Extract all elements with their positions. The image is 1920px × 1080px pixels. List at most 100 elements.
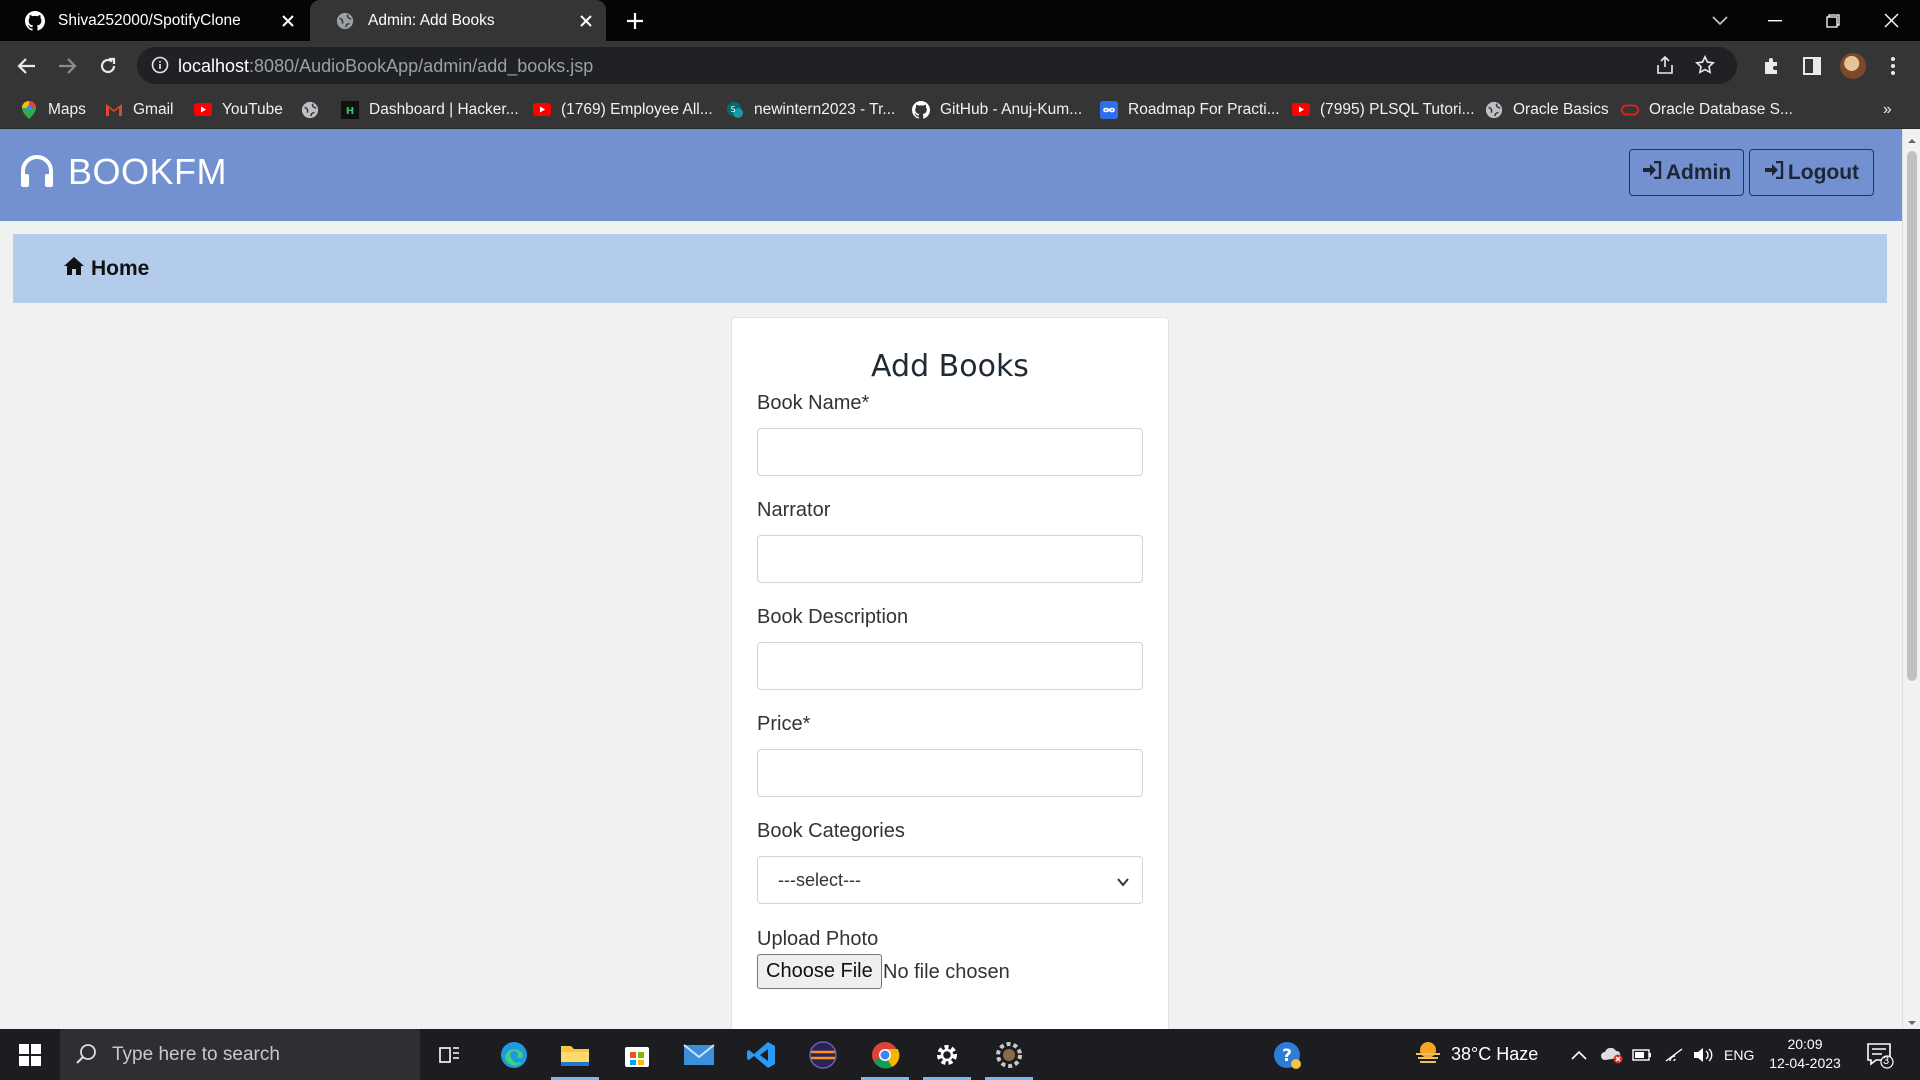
help-icon[interactable]: ? bbox=[1257, 1029, 1317, 1080]
bookmark-employee[interactable]: (1769) Employee All... bbox=[533, 90, 713, 129]
back-icon[interactable] bbox=[13, 52, 41, 80]
sign-in-icon bbox=[1642, 160, 1662, 185]
microsoft-store-icon[interactable] bbox=[607, 1029, 667, 1080]
scroll-up-icon[interactable] bbox=[1907, 133, 1917, 143]
tab-add-books[interactable]: Admin: Add Books bbox=[310, 0, 606, 41]
price-label: Price* bbox=[757, 713, 811, 735]
search-icon bbox=[76, 1043, 100, 1067]
reload-icon[interactable] bbox=[94, 52, 122, 80]
gmail-icon bbox=[105, 101, 123, 119]
volume-icon[interactable] bbox=[1692, 1029, 1714, 1080]
bookmark-oracle-basics[interactable]: Oracle Basics bbox=[1485, 90, 1609, 129]
restore-icon[interactable] bbox=[1808, 0, 1858, 41]
infinity-icon bbox=[1100, 100, 1118, 119]
kebab-menu-icon[interactable] bbox=[1878, 51, 1908, 81]
book-categories-select[interactable]: ---select--- bbox=[757, 856, 1143, 904]
globe-icon bbox=[334, 10, 356, 32]
info-icon[interactable] bbox=[151, 56, 171, 76]
bookmark-oracle-database[interactable]: Oracle Database S... bbox=[1621, 90, 1793, 129]
close-icon[interactable] bbox=[276, 9, 300, 33]
notification-center-icon[interactable]: 3 bbox=[1866, 1041, 1894, 1069]
book-name-label: Book Name* bbox=[757, 392, 870, 414]
bookmark-maps[interactable]: Maps bbox=[20, 90, 86, 129]
add-books-card: Add Books Book Name* Narrator Book Descr… bbox=[731, 317, 1169, 1029]
book-categories-label: Book Categories bbox=[757, 820, 905, 842]
admin-button[interactable]: Admin bbox=[1629, 149, 1744, 196]
weather-haze-icon bbox=[1413, 1040, 1443, 1069]
tab-title: Shiva252000/SpotifyClone bbox=[58, 11, 241, 29]
address-bar[interactable]: localhost:8080/AudioBookApp/admin/add_bo… bbox=[137, 47, 1737, 84]
bookmarks-overflow[interactable]: » bbox=[1883, 90, 1892, 129]
oracle-icon bbox=[1621, 101, 1639, 119]
tab-strip: Shiva252000/SpotifyClone Admin: Add Book… bbox=[0, 0, 1920, 41]
svg-text:S: S bbox=[730, 105, 735, 114]
eclipse-icon[interactable] bbox=[793, 1029, 853, 1080]
windows-start-icon[interactable] bbox=[0, 1029, 60, 1080]
profile-avatar[interactable] bbox=[1838, 51, 1868, 81]
bookmark-star-icon[interactable] bbox=[1694, 54, 1717, 77]
wifi-icon[interactable] bbox=[1664, 1029, 1684, 1080]
sign-in-icon bbox=[1764, 160, 1784, 185]
logout-button[interactable]: Logout bbox=[1749, 149, 1874, 196]
forward-icon[interactable] bbox=[53, 52, 81, 80]
narrator-input[interactable] bbox=[757, 535, 1143, 583]
url-text: localhost:8080/AudioBookApp/admin/add_bo… bbox=[178, 56, 594, 76]
brand-name: BOOKFM bbox=[68, 151, 228, 192]
language-indicator[interactable]: ENG bbox=[1724, 1029, 1754, 1080]
bookmark-newintern[interactable]: S newintern2023 - Tr... bbox=[726, 90, 895, 129]
svg-text:?: ? bbox=[1282, 1046, 1292, 1066]
side-panel-icon[interactable] bbox=[1797, 51, 1827, 81]
battery-icon[interactable] bbox=[1632, 1029, 1652, 1080]
github-icon bbox=[24, 10, 46, 32]
home-link[interactable]: Home bbox=[63, 256, 149, 282]
book-name-input[interactable] bbox=[757, 428, 1143, 476]
globe-icon bbox=[301, 101, 319, 119]
upload-photo-label: Upload Photo bbox=[757, 928, 879, 950]
book-description-input[interactable] bbox=[757, 642, 1143, 690]
extensions-puzzle-icon[interactable] bbox=[1757, 51, 1787, 81]
close-window-icon[interactable] bbox=[1866, 0, 1916, 41]
taskbar-search[interactable]: Type here to search bbox=[60, 1029, 420, 1080]
bookmark-github[interactable]: GitHub - Anuj-Kum... bbox=[912, 90, 1082, 129]
close-icon[interactable] bbox=[574, 9, 598, 33]
bookmark-gmail[interactable]: Gmail bbox=[105, 90, 173, 129]
bookmarks-bar: Maps Gmail YouTube H Dashboard | Hacker.… bbox=[0, 90, 1920, 129]
book-description-label: Book Description bbox=[757, 606, 909, 628]
settings-gear-icon[interactable] bbox=[917, 1029, 977, 1080]
weather-widget[interactable]: 38°C Haze bbox=[1413, 1029, 1538, 1080]
no-file-chosen-text: No file chosen bbox=[883, 961, 1010, 983]
onedrive-error-icon[interactable] bbox=[1600, 1029, 1624, 1080]
youtube-icon bbox=[533, 101, 551, 119]
minimize-icon[interactable] bbox=[1750, 0, 1800, 41]
bookmark-youtube[interactable]: YouTube bbox=[194, 90, 283, 129]
tab-search-icon[interactable] bbox=[1695, 0, 1745, 41]
headphones-icon bbox=[18, 152, 58, 192]
tab-spotifyclone[interactable]: Shiva252000/SpotifyClone bbox=[0, 0, 308, 41]
chevron-down-icon bbox=[1116, 873, 1130, 887]
bookmark-globe[interactable] bbox=[301, 90, 329, 129]
app-gear-icon[interactable] bbox=[979, 1029, 1039, 1080]
file-explorer-icon[interactable] bbox=[545, 1029, 605, 1080]
chrome-icon[interactable] bbox=[855, 1029, 915, 1080]
scroll-down-icon[interactable] bbox=[1907, 1015, 1917, 1025]
brand-logo[interactable]: BOOKFM bbox=[18, 151, 227, 193]
bookmark-roadmap[interactable]: Roadmap For Practi... bbox=[1100, 90, 1280, 129]
choose-file-button[interactable]: Choose File bbox=[757, 954, 882, 989]
clock[interactable]: 20:09 12-04-2023 bbox=[1765, 1035, 1845, 1073]
share-icon[interactable] bbox=[1655, 55, 1677, 77]
home-bar: Home bbox=[13, 234, 1887, 303]
price-input[interactable] bbox=[757, 749, 1143, 797]
page-scrollbar[interactable] bbox=[1902, 129, 1920, 1029]
site-navbar: BOOKFM Admin Logout bbox=[0, 129, 1902, 221]
new-tab-button[interactable] bbox=[622, 8, 648, 34]
scrollbar-thumb[interactable] bbox=[1907, 151, 1917, 681]
edge-icon[interactable] bbox=[484, 1029, 544, 1080]
github-icon bbox=[912, 100, 930, 119]
bookmark-plsql[interactable]: (7995) PLSQL Tutori... bbox=[1292, 90, 1475, 129]
show-hidden-icons[interactable] bbox=[1571, 1029, 1587, 1080]
narrator-label: Narrator bbox=[757, 499, 831, 521]
task-view-icon[interactable] bbox=[420, 1029, 480, 1080]
mail-icon[interactable] bbox=[669, 1029, 729, 1080]
bookmark-hackerrank[interactable]: H Dashboard | Hacker... bbox=[341, 90, 519, 129]
vscode-icon[interactable] bbox=[731, 1029, 791, 1080]
